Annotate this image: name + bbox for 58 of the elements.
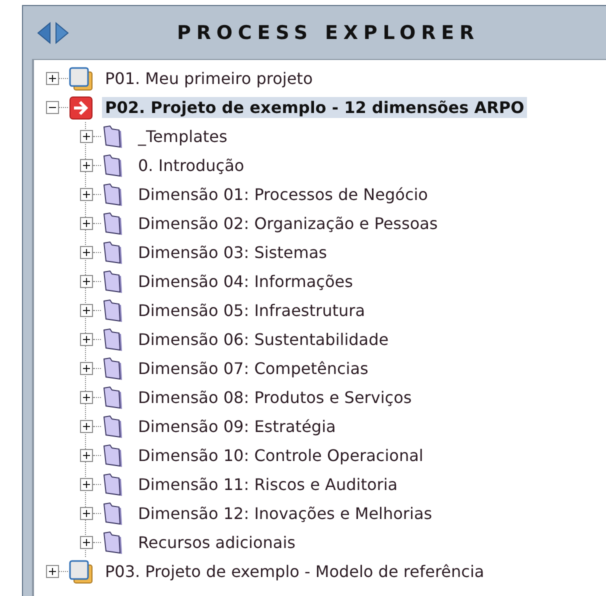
tree-item[interactable]: P03. Projeto de exemplo - Modelo de referência [102,561,488,582]
expand-toggle[interactable] [80,130,93,143]
plus-icon [48,74,57,83]
tree-item[interactable]: P02. Projeto de exemplo - 12 dimensões ARPO [102,97,528,118]
expand-toggle[interactable] [80,333,93,346]
plus-icon [82,538,91,547]
expand-toggle[interactable] [80,362,93,375]
expand-toggle[interactable] [80,304,93,317]
plus-icon [82,132,91,141]
expand-toggle[interactable] [80,159,93,172]
tree-item[interactable]: Dimensão 04: Informações [135,271,356,292]
expand-toggle[interactable] [46,565,59,578]
tree-item[interactable]: Dimensão 11: Riscos e Auditoria [135,474,401,495]
tree-item[interactable]: P01. Meu primeiro projeto [102,68,316,89]
plus-icon [82,335,91,344]
plus-icon [48,567,57,576]
plus-icon [82,509,91,518]
expand-toggle[interactable] [80,449,93,462]
tree-item[interactable]: Dimensão 06: Sustentabilidade [135,329,392,350]
tree-item[interactable]: Dimensão 03: Sistemas [135,242,330,263]
tree-item[interactable]: Dimensão 02: Organização e Pessoas [135,213,441,234]
expand-toggle[interactable] [80,536,93,549]
expand-toggle[interactable] [80,478,93,491]
plus-icon [82,190,91,199]
tree-item[interactable]: 0. Introdução [135,155,248,176]
plus-icon [82,480,91,489]
collapse-toggle[interactable] [46,101,59,114]
tree-item[interactable]: Dimensão 12: Inovações e Melhorias [135,503,436,524]
project-icon [68,558,94,584]
plus-icon [82,364,91,373]
forward-button[interactable] [55,22,69,44]
plus-icon [82,451,91,460]
expand-toggle[interactable] [80,246,93,259]
tree-item[interactable]: Dimensão 08: Produtos e Serviços [135,387,415,408]
plus-icon [82,393,91,402]
tree-item[interactable]: _Templates [135,126,230,147]
expand-toggle[interactable] [46,72,59,85]
back-button[interactable] [37,22,51,44]
plus-icon [82,306,91,315]
tree-item[interactable]: Dimensão 09: Estratégia [135,416,339,437]
expand-toggle[interactable] [80,391,93,404]
tree-item[interactable]: Dimensão 05: Infraestrutura [135,300,368,321]
tree-item[interactable]: Recursos adicionais [135,532,298,553]
panel-title: PROCESS EXPLORER [177,22,480,44]
plus-icon [82,219,91,228]
plus-icon [82,248,91,257]
expand-toggle[interactable] [80,217,93,230]
expand-toggle[interactable] [80,507,93,520]
project-icon [68,66,94,92]
plus-icon [82,422,91,431]
tree-item[interactable]: Dimensão 10: Controle Operacional [135,445,426,466]
expand-toggle[interactable] [80,275,93,288]
tree-item[interactable]: Dimensão 07: Competências [135,358,372,379]
tree-item[interactable]: Dimensão 01: Processos de Negócio [135,184,431,205]
expand-toggle[interactable] [80,420,93,433]
expand-toggle[interactable] [80,188,93,201]
plus-icon [82,277,91,286]
plus-icon [82,161,91,170]
